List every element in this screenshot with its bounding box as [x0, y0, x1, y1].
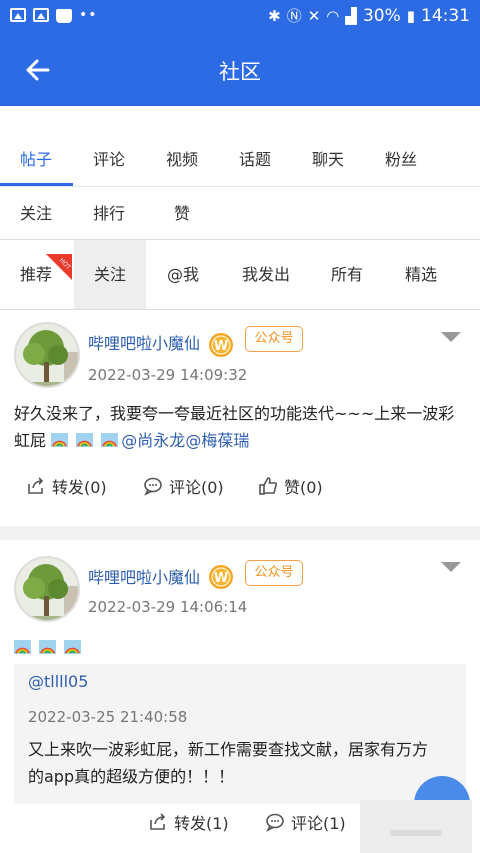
status-bar: •• ✱ Ⓝ ✕ ◠ ▟ 30% ▮ 14:31	[0, 0, 480, 34]
hot-badge-icon: HOT	[46, 254, 72, 280]
share-button[interactable]: 转发(1)	[148, 810, 229, 834]
share-label: 转发(1)	[174, 814, 229, 833]
official-account-badge: 公众号	[245, 560, 303, 586]
tab-comments[interactable]: 评论	[73, 146, 145, 170]
tab-likes[interactable]: 赞	[146, 200, 218, 224]
page-title: 社区	[219, 60, 261, 84]
shopping-bag-icon	[56, 9, 72, 23]
post-time: 2022-03-29 14:06:14	[88, 598, 248, 616]
avatar[interactable]	[14, 322, 80, 388]
post-text-line-2: 虹屁 @尚永龙@梅葆瑞	[14, 427, 469, 454]
signal-icon: ▟	[345, 6, 357, 25]
battery-icon: ▮	[406, 6, 415, 25]
secondary-tabs: 推荐 HOT 关注 @我 我发出 所有 精选	[0, 240, 480, 310]
comment-icon	[144, 477, 162, 496]
battery-percent: 30%	[362, 5, 401, 26]
comment-label: 评论(1)	[291, 814, 346, 833]
quoted-post[interactable]: @tllll05 2022-03-25 21:40:58 又上来吹一波彩虹屁，新…	[14, 664, 466, 804]
more-notifications-icon: ••	[79, 7, 98, 23]
rainbow-emoji-icon	[51, 433, 69, 447]
rainbow-emoji-icon	[14, 640, 31, 654]
post-menu-caret-icon[interactable]	[441, 562, 461, 572]
mute-icon: ✕	[307, 6, 321, 25]
mention-link[interactable]: @梅葆瑞	[185, 431, 249, 450]
image-notification-icon	[10, 8, 26, 22]
emoji-row	[14, 638, 84, 657]
tab-topics[interactable]: 话题	[219, 146, 291, 170]
post-item[interactable]: 哔哩吧啦小魔仙 W 公众号 2022-03-29 14:09:32 好久没来了，…	[0, 310, 480, 526]
comment-button[interactable]: 评论(0)	[143, 474, 224, 498]
subtab-featured[interactable]: 精选	[385, 240, 457, 309]
author-name[interactable]: 哔哩吧啦小魔仙	[88, 564, 200, 588]
quoted-author[interactable]: @tllll05	[28, 672, 88, 691]
tabs-divider	[0, 186, 480, 187]
post-menu-caret-icon[interactable]	[441, 332, 461, 342]
quoted-text-line-1: 又上来吹一波彩虹屁，新工作需要查找文献，居家有万方	[28, 740, 429, 759]
tab-fans[interactable]: 粉丝	[365, 146, 437, 170]
nfc-icon: Ⓝ	[286, 7, 302, 25]
like-button[interactable]: 赞(0)	[258, 474, 323, 498]
post-time: 2022-03-29 14:09:32	[88, 366, 248, 384]
avatar[interactable]	[14, 556, 80, 622]
gallery-notification-icon	[33, 8, 49, 22]
share-icon	[28, 477, 44, 494]
svg-text:W: W	[214, 339, 228, 354]
post-text-prefix: 虹屁	[14, 431, 47, 450]
quoted-text-line-2: 的app真的超级方便的！！！	[28, 767, 235, 786]
quoted-content: 又上来吹一波彩虹屁，新工作需要查找文献，居家有万方 的app真的超级方便的！！！	[28, 736, 458, 790]
subtab-mentions[interactable]: @我	[147, 240, 219, 309]
tab-following[interactable]: 关注	[0, 200, 72, 224]
weibo-badge-icon: W	[209, 565, 233, 589]
comment-button[interactable]: 评论(1)	[265, 810, 346, 834]
primary-tabs: 帖子 评论 视频 话题 聊天 粉丝 关注 排行 赞	[0, 106, 480, 240]
clock: 14:31	[421, 5, 470, 26]
share-label: 转发(0)	[52, 478, 107, 497]
app-bar: 社区	[0, 34, 480, 106]
tab-videos[interactable]: 视频	[146, 146, 218, 170]
bluetooth-icon: ✱	[268, 6, 281, 25]
like-label: 赞(0)	[284, 478, 323, 497]
weibo-badge-icon: W	[209, 333, 233, 357]
rainbow-emoji-icon	[101, 433, 119, 447]
quoted-time: 2022-03-25 21:40:58	[28, 708, 188, 726]
share-icon	[150, 813, 166, 830]
post-separator	[0, 526, 480, 540]
comment-icon	[266, 813, 284, 832]
share-button[interactable]: 转发(0)	[26, 474, 107, 498]
mention-link[interactable]: @尚永龙	[121, 431, 185, 450]
rainbow-emoji-icon	[76, 433, 94, 447]
svg-text:W: W	[214, 571, 228, 586]
subtab-sent[interactable]: 我发出	[230, 240, 302, 309]
comment-label: 评论(0)	[169, 478, 224, 497]
rainbow-emoji-icon	[39, 640, 57, 654]
post-content: 好久没来了，我要夸一夸最近社区的功能迭代~~~上来一波彩 虹屁 @尚永龙@梅葆瑞	[14, 400, 469, 454]
post-text-line-1: 好久没来了，我要夸一夸最近社区的功能迭代~~~上来一波彩	[14, 404, 455, 423]
subtab-all[interactable]: 所有	[311, 240, 383, 309]
tab-ranking[interactable]: 排行	[73, 200, 145, 224]
quoted-post-wrapper: @tllll05 2022-03-25 21:40:58 又上来吹一波彩虹屁，新…	[0, 664, 480, 804]
official-account-badge: 公众号	[245, 326, 303, 352]
tab-posts[interactable]: 帖子	[0, 146, 72, 170]
tab-chat[interactable]: 聊天	[292, 146, 364, 170]
watermark-overlay	[360, 800, 472, 853]
rainbow-emoji-icon	[64, 640, 82, 654]
author-name[interactable]: 哔哩吧啦小魔仙	[88, 330, 200, 354]
wifi-icon: ◠	[326, 6, 340, 25]
thumbs-up-icon	[259, 477, 277, 495]
subtab-following[interactable]: 关注	[74, 240, 146, 309]
